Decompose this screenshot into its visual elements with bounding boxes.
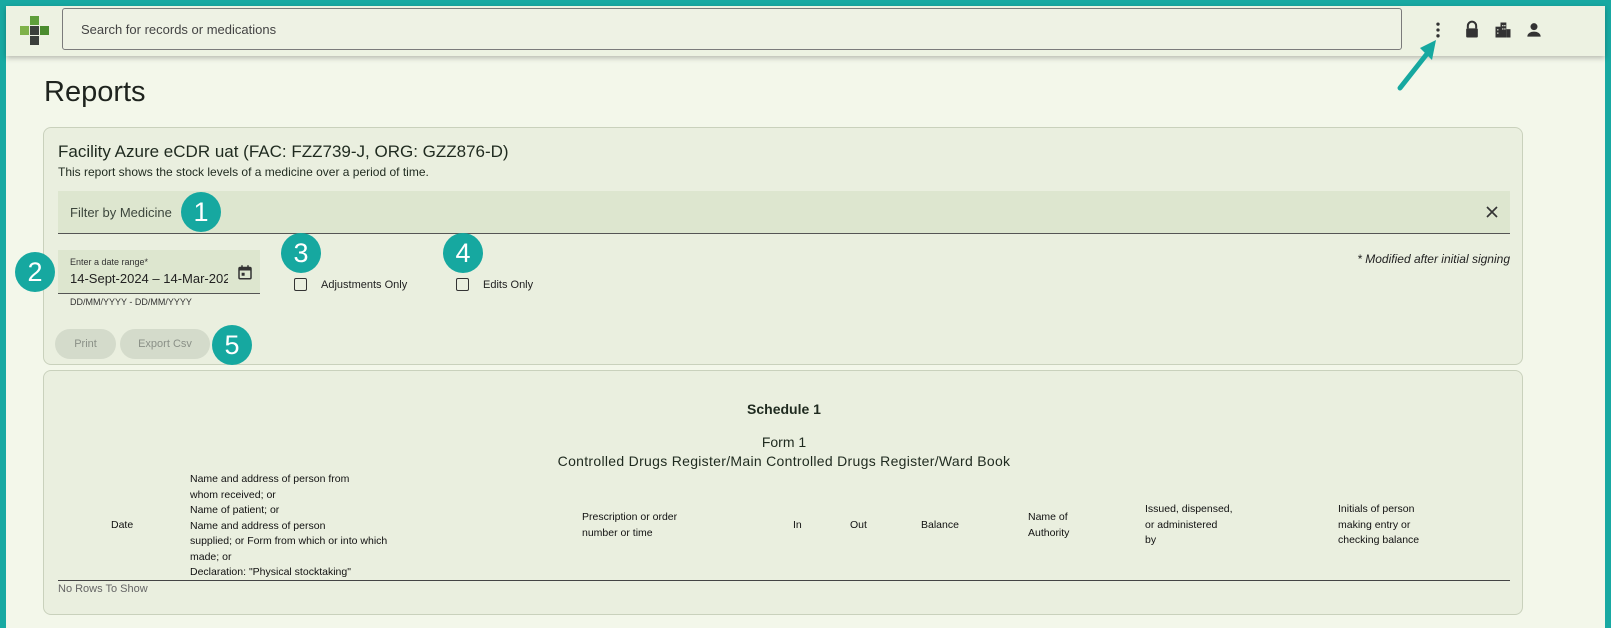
annotation-badge-5: 5 bbox=[212, 325, 252, 365]
facility-title: Facility Azure eCDR uat (FAC: FZZ739-J, … bbox=[58, 142, 509, 161]
export-csv-button[interactable]: Export Csv bbox=[120, 329, 210, 359]
header-line: checking balance bbox=[1338, 534, 1420, 546]
header-line: Declaration: "Physical stocktaking" bbox=[190, 566, 351, 578]
col-header-in: In bbox=[793, 519, 802, 531]
annotation-badge-2: 2 bbox=[15, 252, 55, 292]
report-description: This report shows the stock levels of a … bbox=[58, 165, 429, 179]
col-header-name-address: Name and address of person from whom rec… bbox=[190, 472, 387, 581]
header-line: Authority bbox=[1028, 526, 1070, 539]
header-line: Name of patient; or bbox=[190, 504, 280, 516]
report-filters-card: Facility Azure eCDR uat (FAC: FZZ739-J, … bbox=[43, 127, 1523, 365]
calendar-icon[interactable] bbox=[236, 263, 254, 281]
header-line: Prescription or order bbox=[582, 511, 678, 523]
col-header-issued: Issued, dispensed, or administered by bbox=[1145, 502, 1233, 549]
header-line: supplied; or Form from which or into whi… bbox=[190, 535, 388, 547]
print-button[interactable]: Print bbox=[55, 329, 116, 359]
annotation-badge-4: 4 bbox=[443, 233, 483, 273]
page-title: Reports bbox=[44, 76, 146, 108]
header-line: whom received; or bbox=[190, 488, 276, 501]
header-line: Name of bbox=[1028, 511, 1068, 523]
date-range-field[interactable]: Enter a date range* 14-Sept-2024 – 14-Ma… bbox=[58, 250, 260, 294]
col-header-initials: Initials of person making entry or check… bbox=[1338, 502, 1419, 549]
checkbox-box[interactable] bbox=[456, 278, 469, 291]
col-header-balance: Balance bbox=[921, 519, 959, 531]
header-line: Name and address of person bbox=[190, 519, 326, 532]
empty-table-message: No Rows To Show bbox=[58, 583, 148, 595]
organization-icon[interactable] bbox=[1493, 20, 1513, 40]
search-field[interactable] bbox=[62, 8, 1402, 50]
header-line: making entry or bbox=[1338, 518, 1411, 531]
annotation-badge-1: 1 bbox=[181, 192, 221, 232]
col-header-prescription: Prescription or order number or time bbox=[582, 510, 677, 541]
search-input[interactable] bbox=[63, 9, 1401, 49]
medicine-filter-label: Filter by Medicine bbox=[70, 205, 172, 220]
lock-icon[interactable] bbox=[1462, 20, 1482, 40]
header-line: Issued, dispensed, bbox=[1145, 503, 1233, 515]
logo-icon[interactable] bbox=[20, 16, 50, 46]
date-range-hint: DD/MM/YYYY - DD/MM/YYYY bbox=[70, 297, 192, 307]
col-header-date: Date bbox=[111, 519, 134, 531]
header-line: number or time bbox=[582, 526, 653, 539]
close-icon[interactable] bbox=[1482, 202, 1502, 222]
header-line: or administered bbox=[1145, 518, 1218, 531]
modified-note: * Modified after initial signing bbox=[1357, 252, 1510, 266]
edits-only-label: Edits Only bbox=[483, 278, 534, 291]
medicine-filter-field[interactable]: Filter by Medicine bbox=[58, 191, 1510, 234]
top-app-bar bbox=[6, 6, 1605, 56]
schedule-heading: Schedule 1 bbox=[747, 401, 821, 417]
adjustments-only-label: Adjustments Only bbox=[321, 278, 408, 291]
arrow-icon bbox=[1397, 40, 1436, 91]
register-heading: Controlled Drugs Register/Main Controlle… bbox=[557, 453, 1011, 469]
date-range-label: Enter a date range* bbox=[70, 257, 149, 267]
adjustments-only-checkbox[interactable]: Adjustments Only bbox=[294, 278, 407, 291]
header-line: Initials of person bbox=[1338, 503, 1415, 515]
col-header-authority: Name of Authority bbox=[1028, 510, 1069, 541]
date-range-value[interactable]: 14-Sept-2024 – 14-Mar-2025 bbox=[70, 271, 228, 286]
form-heading: Form 1 bbox=[761, 434, 807, 450]
report-table-card: Schedule 1 Form 1 Controlled Drugs Regis… bbox=[43, 370, 1523, 615]
checkbox-box[interactable] bbox=[294, 278, 307, 291]
annotation-badge-3: 3 bbox=[281, 233, 321, 273]
table-header-divider bbox=[58, 580, 1510, 581]
person-icon[interactable] bbox=[1524, 20, 1544, 40]
header-line: made; or bbox=[190, 550, 232, 563]
col-header-out: Out bbox=[850, 519, 867, 531]
header-line: by bbox=[1145, 534, 1157, 546]
header-line: Name and address of person from bbox=[190, 473, 350, 485]
edits-only-checkbox[interactable]: Edits Only bbox=[456, 278, 533, 291]
